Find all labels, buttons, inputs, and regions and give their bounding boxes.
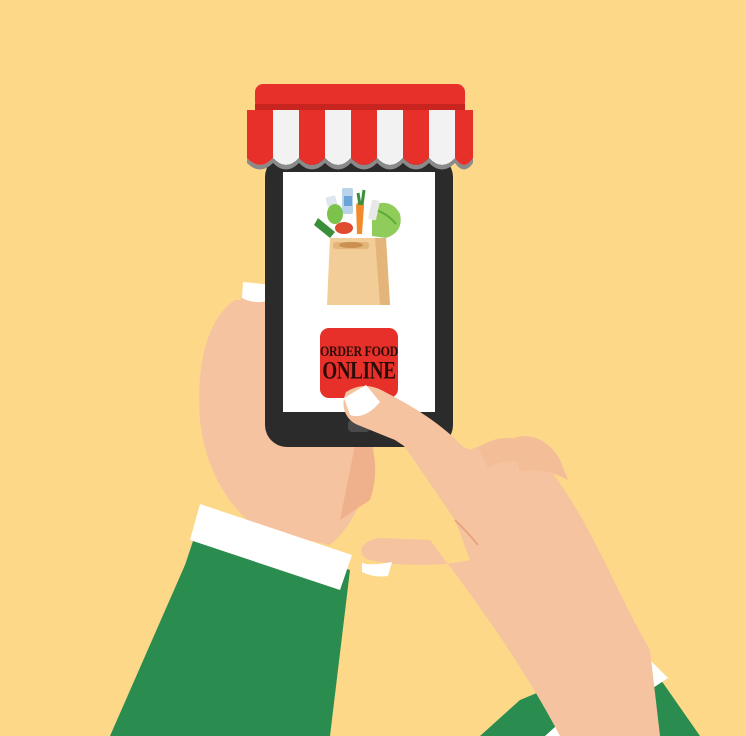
order-food-online-button[interactable]: ORDER FOOD ONLINE — [320, 328, 398, 398]
home-button[interactable] — [348, 420, 370, 432]
button-line-2: ONLINE — [322, 356, 396, 385]
scene: ORDER FOOD ONLINE — [0, 0, 746, 736]
right-hand — [360, 395, 660, 736]
awning — [247, 84, 473, 170]
